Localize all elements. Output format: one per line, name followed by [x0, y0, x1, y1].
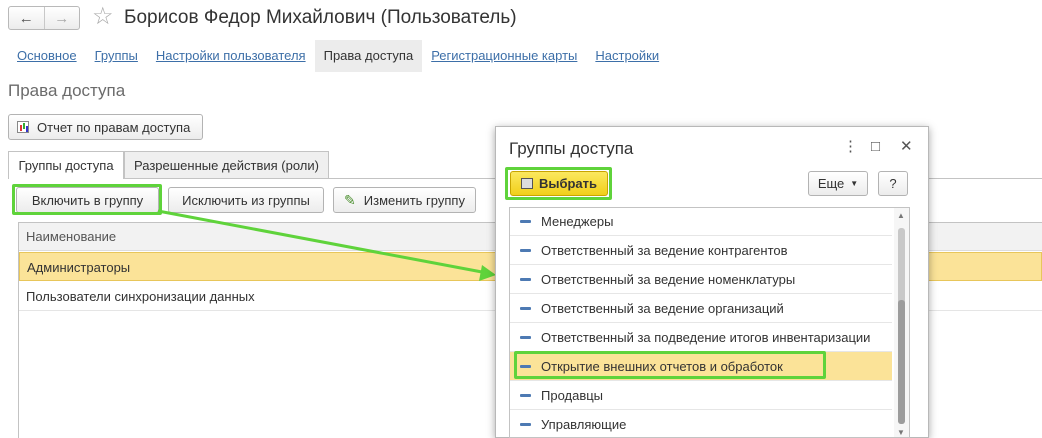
- list-item[interactable]: Менеджеры: [510, 207, 892, 236]
- more-button[interactable]: Еще ▼: [808, 171, 868, 196]
- scroll-down-icon[interactable]: ▼: [897, 428, 905, 437]
- scrollbar-thumb[interactable]: [898, 300, 905, 424]
- more-label: Еще: [817, 176, 845, 191]
- list-item[interactable]: Управляющие: [510, 410, 892, 438]
- dialog-title: Группы доступа: [509, 139, 634, 158]
- square-icon[interactable]: □: [871, 137, 880, 157]
- caret-down-icon: ▼: [850, 179, 859, 188]
- scroll-up-icon[interactable]: ▲: [897, 211, 905, 220]
- tab-access-groups[interactable]: Группы доступа: [8, 151, 124, 179]
- list-item[interactable]: Продавцы: [510, 381, 892, 410]
- list-item[interactable]: Ответственный за ведение контрагентов: [510, 236, 892, 265]
- list-item[interactable]: Ответственный за ведение номенклатуры: [510, 265, 892, 294]
- kebab-icon[interactable]: ⋮: [843, 137, 858, 157]
- close-icon[interactable]: ✕: [900, 137, 913, 157]
- list-item[interactable]: Ответственный за подведение итогов инвен…: [510, 323, 892, 352]
- highlight-choose-button: [505, 167, 612, 200]
- help-button[interactable]: ?: [878, 171, 908, 196]
- highlight-selected-item: [514, 351, 826, 379]
- list-item[interactable]: Ответственный за ведение организаций: [510, 294, 892, 323]
